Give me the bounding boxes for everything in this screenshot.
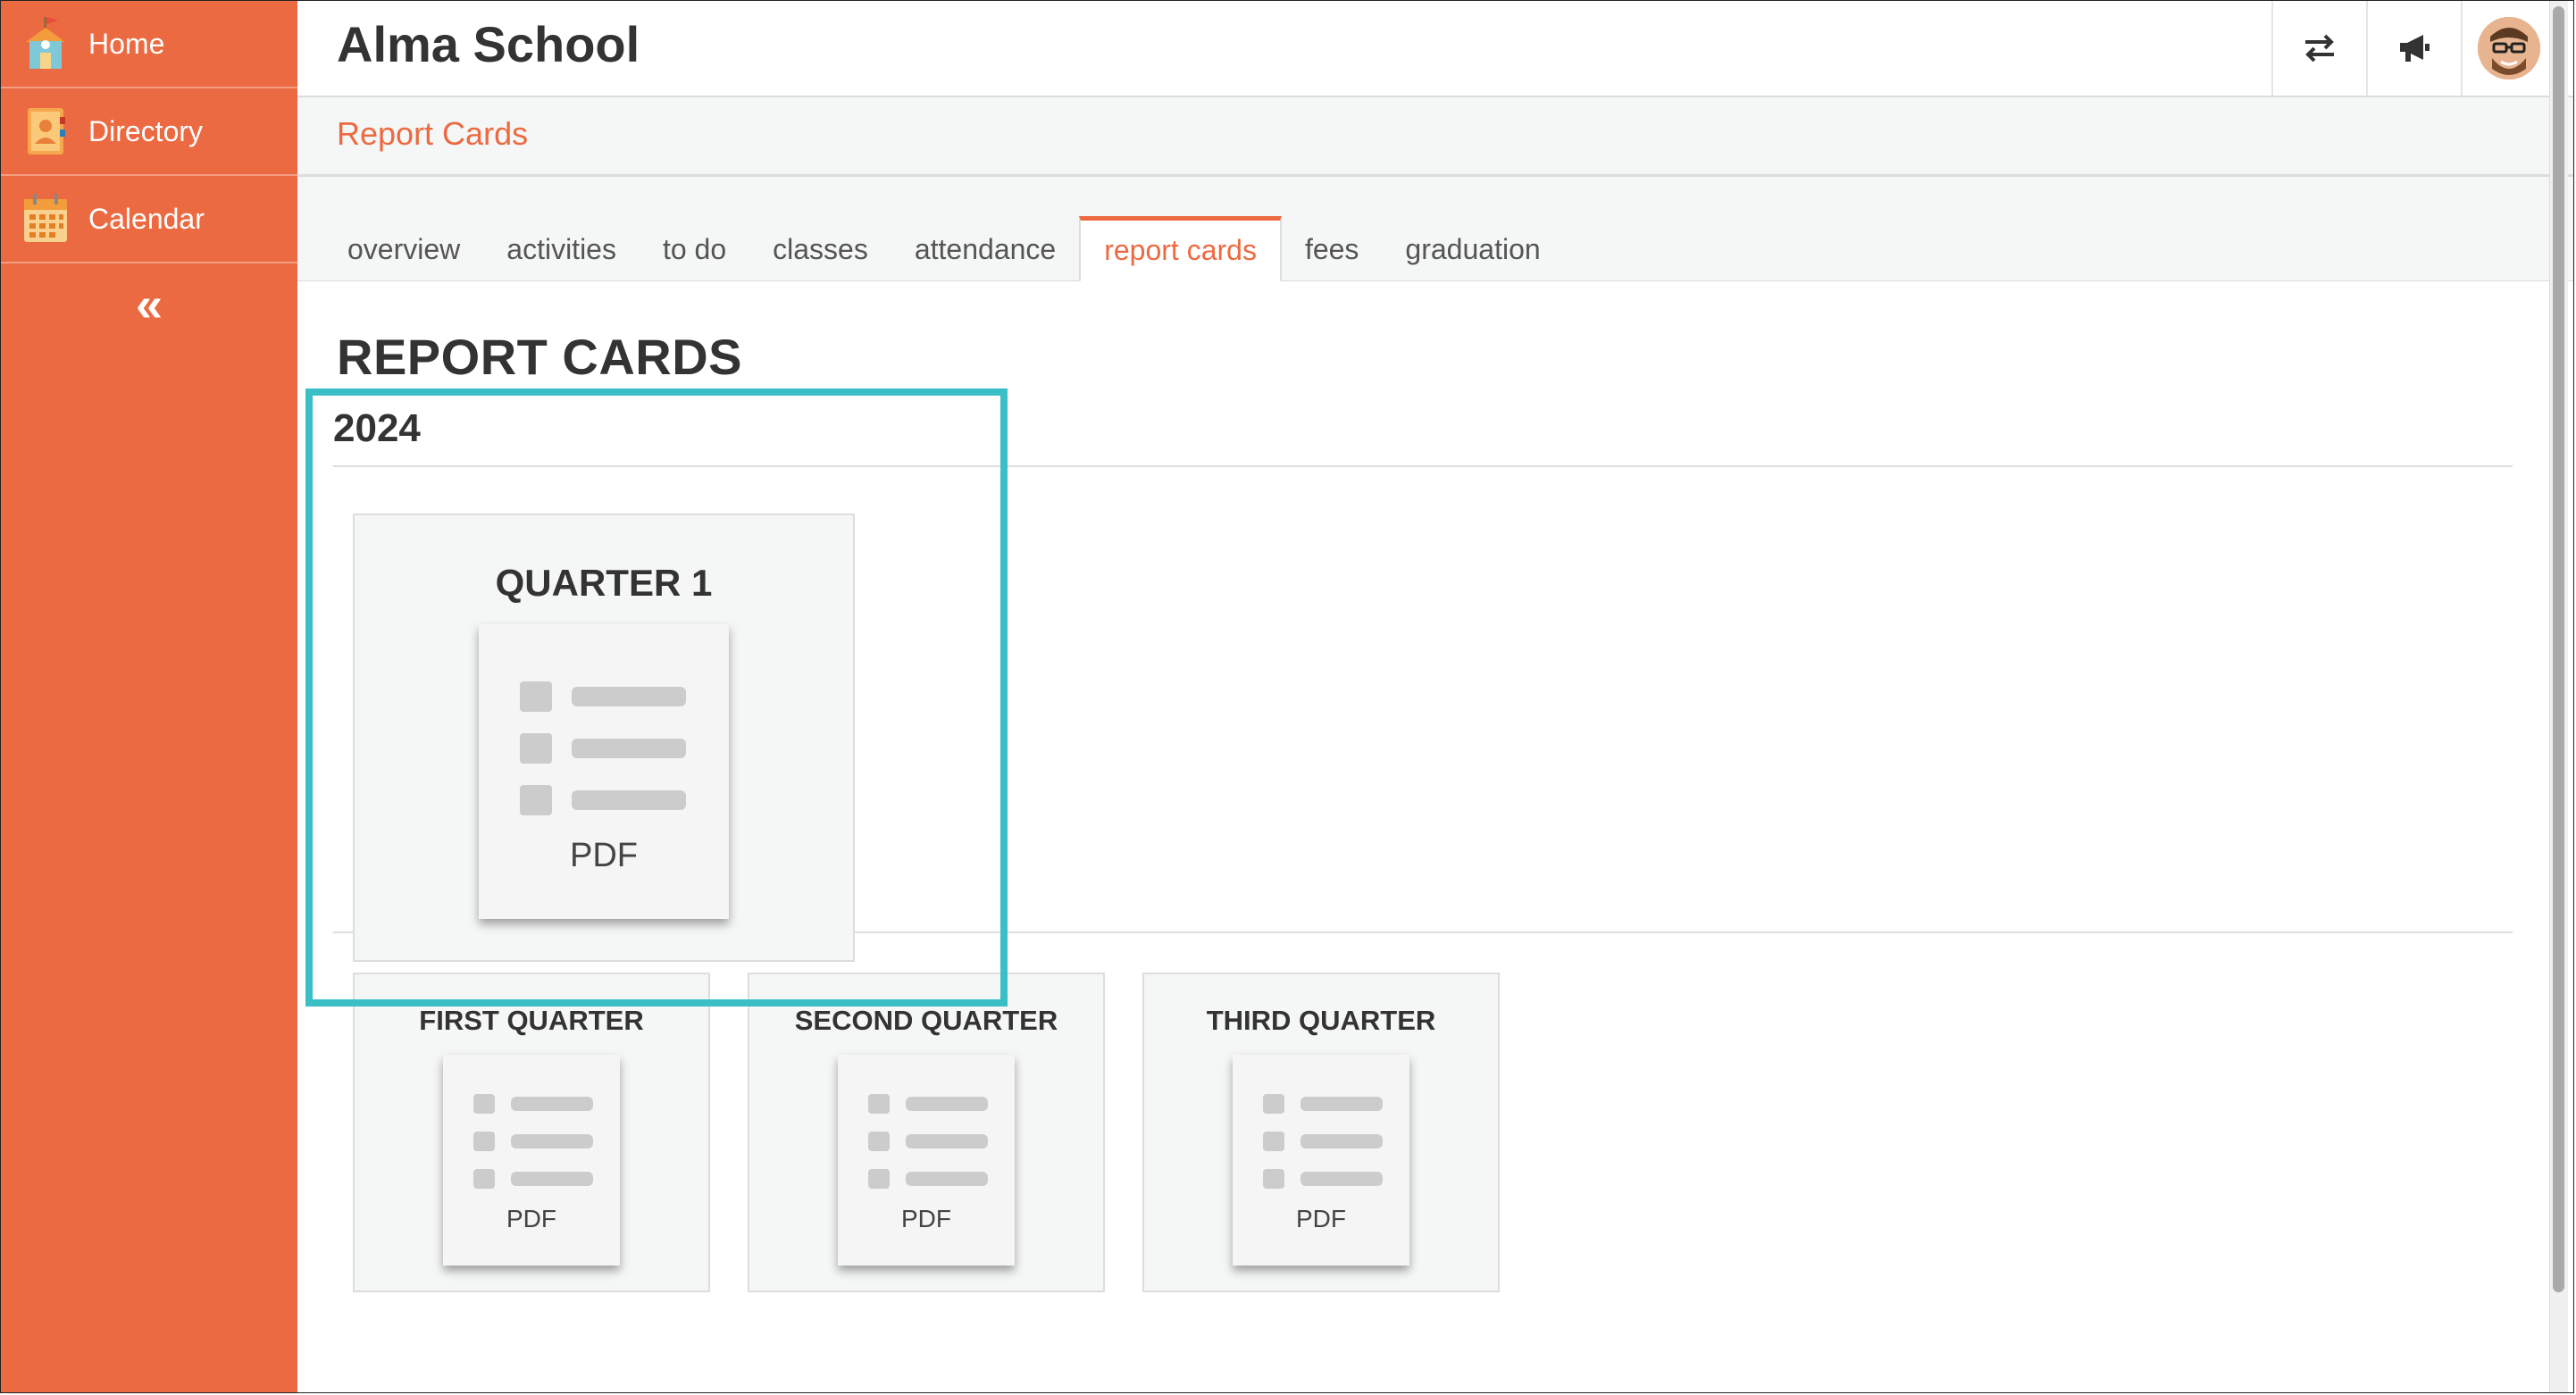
- divider: [333, 465, 2513, 467]
- pdf-document-icon: PDF: [443, 1055, 620, 1266]
- switch-icon: [2305, 34, 2334, 63]
- app-window: Home Directory Calendar « Alma School Re…: [0, 0, 2574, 1393]
- pdf-label: PDF: [901, 1205, 951, 1232]
- tab-bar: overview activities to do classes attend…: [297, 177, 2573, 282]
- sidebar-item-calendar[interactable]: Calendar: [1, 176, 297, 263]
- sidebar-item-directory[interactable]: Directory: [1, 88, 297, 176]
- contact-book-icon: [22, 104, 69, 158]
- tab-activities[interactable]: activities: [483, 216, 640, 282]
- report-card-first-quarter[interactable]: FIRST QUARTER PDF: [353, 973, 710, 1292]
- scrollbar-thumb[interactable]: [2553, 6, 2564, 1292]
- sidebar-item-label: Calendar: [88, 202, 205, 235]
- card-title: SECOND QUARTER: [794, 1005, 1058, 1036]
- tab-overview[interactable]: overview: [324, 216, 483, 282]
- pdf-label: PDF: [1296, 1205, 1346, 1232]
- pdf-label: PDF: [570, 837, 638, 874]
- breadcrumb: Report Cards: [297, 97, 2573, 177]
- megaphone-icon: [2400, 35, 2430, 62]
- school-icon: [22, 17, 69, 71]
- card-title: QUARTER 1: [495, 562, 713, 604]
- top-bar: Alma School: [297, 1, 2573, 97]
- announcements-button[interactable]: [2366, 1, 2461, 96]
- pdf-document-icon: PDF: [838, 1055, 1015, 1266]
- sidebar-item-label: Home: [88, 27, 165, 60]
- double-chevron-left-icon: «: [135, 278, 163, 331]
- breadcrumb-current[interactable]: Report Cards: [337, 115, 528, 153]
- main-area: Alma School Report Cards overview activi…: [297, 1, 2573, 1392]
- sidebar-item-home[interactable]: Home: [1, 1, 297, 88]
- page-title: REPORT CARDS: [337, 329, 743, 385]
- report-card-quarter-1[interactable]: QUARTER 1 PDF: [353, 514, 855, 962]
- pdf-label: PDF: [506, 1205, 556, 1232]
- card-title: THIRD QUARTER: [1206, 1005, 1436, 1036]
- card-title: FIRST QUARTER: [419, 1005, 644, 1036]
- sidebar: Home Directory Calendar «: [1, 1, 297, 1392]
- switch-button[interactable]: [2271, 1, 2366, 96]
- tab-graduation[interactable]: graduation: [1382, 216, 1563, 282]
- tab-attendance[interactable]: attendance: [891, 216, 1079, 282]
- tab-report-cards[interactable]: report cards: [1079, 216, 1282, 282]
- pdf-document-icon: PDF: [479, 624, 729, 919]
- calendar-icon: [22, 192, 69, 246]
- app-title: Alma School: [337, 16, 640, 72]
- tab-fees[interactable]: fees: [1282, 216, 1382, 282]
- report-cards-content: REPORT CARDS 2024 QUARTER 1 PDF FIRST QU…: [297, 281, 2573, 1392]
- profile-button[interactable]: [2461, 1, 2555, 96]
- avatar: [2478, 17, 2540, 79]
- year-heading: 2024: [333, 406, 421, 450]
- report-card-second-quarter[interactable]: SECOND QUARTER PDF: [748, 973, 1105, 1292]
- sidebar-item-label: Directory: [88, 114, 204, 147]
- tab-to-do[interactable]: to do: [640, 216, 749, 282]
- pdf-document-icon: PDF: [1233, 1055, 1409, 1266]
- report-card-third-quarter[interactable]: THIRD QUARTER PDF: [1142, 973, 1500, 1292]
- vertical-scrollbar[interactable]: [2549, 1, 2568, 1392]
- collapse-sidebar-button[interactable]: «: [1, 263, 297, 346]
- tab-classes[interactable]: classes: [749, 216, 891, 282]
